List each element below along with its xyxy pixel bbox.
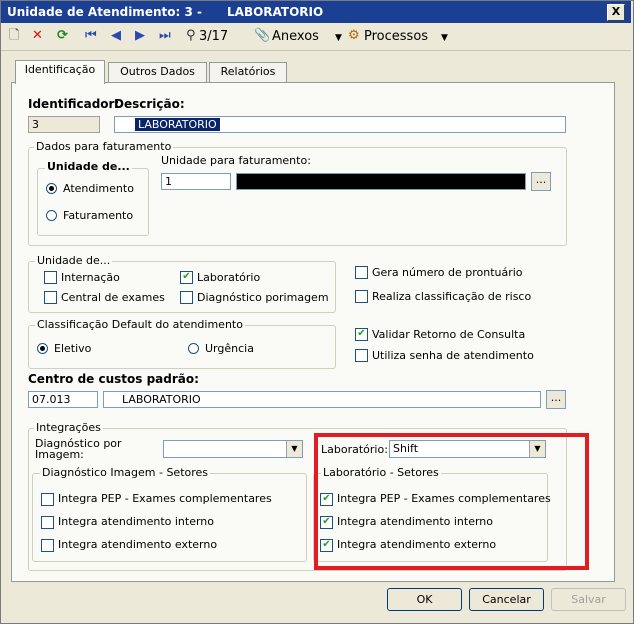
attach-icon[interactable]: 📎	[254, 29, 270, 43]
radio-atendimento-label: Atendimento	[63, 182, 134, 195]
tab-relatorios[interactable]: Relatórios	[209, 62, 287, 82]
title-bar[interactable]: Unidade de Atendimento: 3 - LABORATORIO …	[1, 1, 631, 23]
tab-identificacao[interactable]: Identificação	[15, 60, 105, 84]
identificador-label: Identificador:	[28, 97, 120, 111]
last-icon[interactable]: ⏭	[159, 29, 171, 43]
processos-button[interactable]: Processos	[364, 29, 428, 44]
centro-custos-label: Centro de custos padrão:	[28, 372, 199, 386]
checkbox-internacao-label: Internação	[61, 271, 120, 284]
radio-urgencia-label: Urgência	[205, 342, 254, 355]
checkbox-utiliza-senha-label: Utiliza senha de atendimento	[372, 349, 534, 362]
checkbox-diag-integra-externo-label: Integra atendimento externo	[58, 538, 218, 551]
checkbox-diagnostico-imagem-label: Diagnóstico porimagem	[197, 291, 329, 304]
radio-eletivo[interactable]	[37, 343, 48, 354]
record-counter: 3/17	[199, 29, 229, 44]
radio-faturamento[interactable]	[46, 210, 57, 221]
unidade-faturamento-name	[236, 173, 526, 190]
cancelar-button[interactable]: Cancelar	[469, 588, 544, 611]
classificacao-group-label: Classificação Default do atendimento	[35, 318, 245, 331]
centro-custos-code[interactable]: 07.013	[28, 391, 98, 408]
unidade-de-group	[28, 261, 336, 313]
checkbox-diag-integra-pep[interactable]	[41, 493, 54, 506]
delete-icon[interactable]: ✕	[32, 29, 43, 43]
unidade-faturamento-code[interactable]: 1	[161, 173, 231, 190]
checkbox-validar-retorno-label: Validar Retorno de Consulta	[372, 328, 526, 341]
unidade-faturamento-label: Unidade para faturamento:	[161, 154, 311, 167]
checkbox-laboratorio[interactable]: ✔	[180, 271, 193, 284]
new-icon[interactable]: 🗋	[9, 29, 19, 43]
salvar-button[interactable]: Salvar	[551, 588, 626, 611]
first-icon[interactable]: ⏮	[85, 29, 97, 43]
process-icon[interactable]: ⚙	[348, 29, 360, 43]
descricao-field[interactable]: LABORATORIO	[114, 116, 566, 133]
radio-eletivo-label: Eletivo	[54, 342, 92, 355]
unidade-de-group-label: Unidade de...	[35, 254, 113, 267]
checkbox-utiliza-senha[interactable]	[355, 349, 368, 362]
centro-custos-name: LABORATORIO	[103, 391, 541, 408]
checkbox-realiza-classificacao[interactable]	[355, 290, 368, 303]
radio-urgencia[interactable]	[188, 343, 199, 354]
tab-outros-dados[interactable]: Outros Dados	[108, 62, 207, 82]
checkbox-central-exames[interactable]	[44, 291, 57, 304]
prev-icon[interactable]: ◀	[111, 29, 121, 43]
highlight-rectangle	[314, 433, 589, 570]
integracoes-group-label: Integrações	[34, 421, 103, 434]
processos-dropdown-icon[interactable]: ▼	[441, 31, 448, 45]
checkbox-diag-integra-externo[interactable]	[41, 539, 54, 552]
checkbox-diagnostico-imagem[interactable]	[180, 291, 193, 304]
unidade-faturamento-lookup-button[interactable]: ...	[531, 172, 551, 191]
diag-imagem-label: Diagnóstico por Imagem:	[35, 437, 122, 461]
checkbox-realiza-classificacao-label: Realiza classificação de risco	[372, 290, 532, 303]
diag-imagem-combo[interactable]: ▼	[163, 440, 303, 458]
radio-atendimento[interactable]	[46, 183, 57, 194]
refresh-icon[interactable]: ⟳	[57, 29, 68, 43]
chevron-down-icon[interactable]: ▼	[286, 441, 302, 457]
unidade-de-subgroup-label: Unidade de...	[45, 160, 132, 173]
binoculars-icon[interactable]: ⚲	[186, 29, 196, 43]
window-title: Unidade de Atendimento: 3 - LABORATORIO	[7, 5, 324, 19]
diag-setores-group-label: Diagnóstico Imagem - Setores	[40, 466, 211, 479]
descricao-value: LABORATORIO	[135, 118, 220, 131]
checkbox-diag-integra-interno-label: Integra atendimento interno	[58, 515, 215, 528]
checkbox-laboratorio-label: Laboratório	[197, 271, 261, 284]
checkbox-gera-numero[interactable]	[355, 266, 368, 279]
checkbox-gera-numero-label: Gera número de prontuário	[372, 266, 523, 279]
unidade-de-subgroup	[37, 168, 149, 236]
anexos-dropdown-icon[interactable]: ▼	[335, 31, 342, 45]
identificador-field: 3	[28, 116, 100, 133]
checkbox-validar-retorno[interactable]: ✔	[355, 328, 368, 341]
close-button[interactable]: X	[607, 4, 625, 21]
radio-faturamento-label: Faturamento	[63, 209, 134, 222]
checkbox-central-exames-label: Central de exames	[61, 291, 165, 304]
toolbar: 🗋 ✕ ⟳ ⏮ ◀ ▶ ⏭ ⚲ 3/17 📎 Anexos ▼ ⚙ Proces…	[1, 24, 631, 51]
ok-button[interactable]: OK	[387, 588, 462, 611]
descricao-label: Descrição:	[114, 97, 185, 111]
next-icon[interactable]: ▶	[135, 29, 145, 43]
checkbox-diag-integra-pep-label: Integra PEP - Exames complementares	[58, 492, 272, 505]
anexos-button[interactable]: Anexos	[272, 29, 319, 44]
faturamento-group-label: Dados para faturamento	[34, 140, 174, 153]
checkbox-diag-integra-interno[interactable]	[41, 516, 54, 529]
centro-custos-lookup-button[interactable]: ...	[546, 390, 566, 409]
checkbox-internacao[interactable]	[44, 271, 57, 284]
